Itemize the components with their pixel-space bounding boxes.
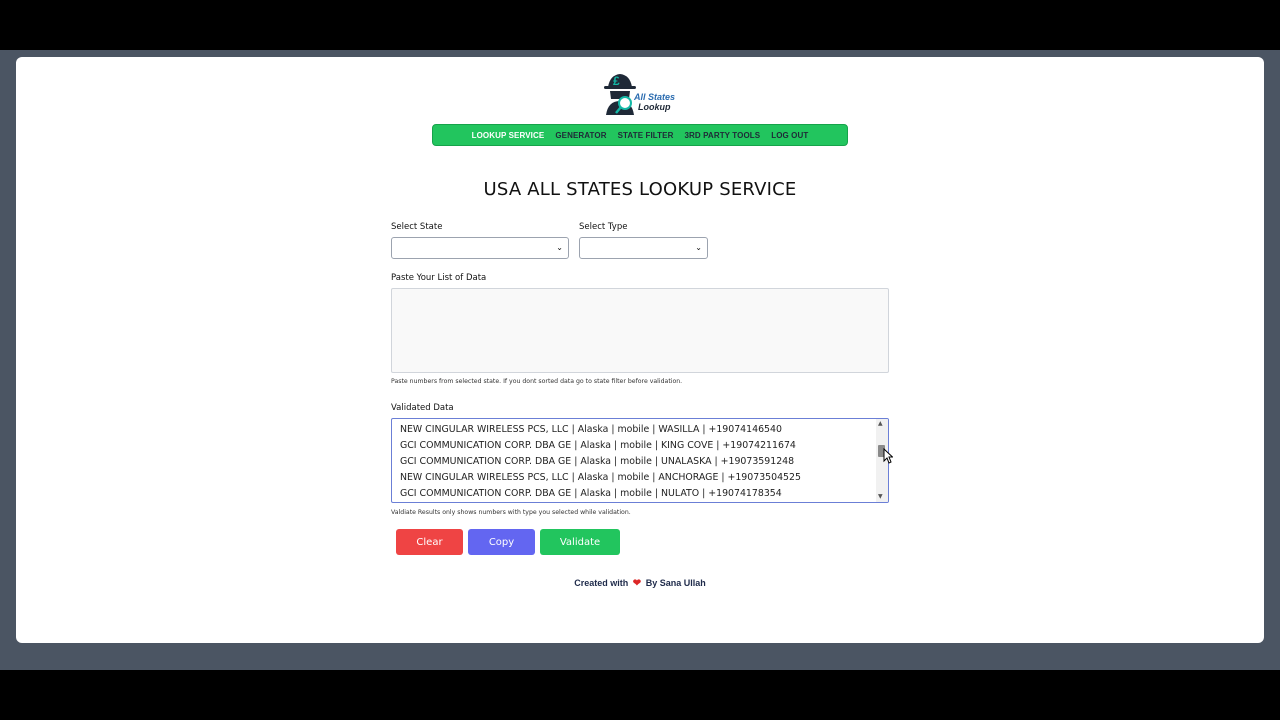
footer-prefix: Created with — [574, 578, 629, 588]
validate-button[interactable]: Validate — [540, 529, 620, 555]
footer-credit: Created with ❤ By Sana Ullah — [0, 578, 1280, 589]
select-type-label: Select Type — [579, 222, 628, 232]
chevron-down-icon: ⌄ — [556, 243, 563, 252]
paste-data-textarea[interactable] — [391, 288, 889, 373]
scroll-down-arrow-icon[interactable]: ▼ — [878, 493, 883, 501]
select-type-dropdown[interactable]: ⌄ — [579, 237, 708, 259]
clear-button[interactable]: Clear — [396, 529, 463, 555]
validated-hint-text: Valdiate Results only shows numbers with… — [391, 509, 631, 516]
nav-generator[interactable]: GENERATOR — [555, 131, 606, 140]
main-nav: LOOKUP SERVICE GENERATOR STATE FILTER 3R… — [432, 124, 848, 146]
validated-line: NEW CINGULAR WIRELESS PCS, LLC | Alaska … — [400, 424, 782, 435]
brand-line-1: All States — [634, 92, 676, 102]
select-state-label: Select State — [391, 222, 443, 232]
nav-3rd-party-tools[interactable]: 3RD PARTY TOOLS — [684, 131, 760, 140]
validated-line: GCI COMMUNICATION CORP. DBA GE | Alaska … — [400, 488, 782, 499]
nav-lookup-service[interactable]: LOOKUP SERVICE — [472, 131, 545, 140]
mouse-cursor-icon — [883, 448, 893, 464]
validated-line: GCI COMMUNICATION CORP. DBA GE | Alaska … — [400, 456, 795, 467]
page-title: USA ALL STATES LOOKUP SERVICE — [483, 179, 797, 200]
copy-button[interactable]: Copy — [468, 529, 535, 555]
validated-line: NEW CINGULAR WIRELESS PCS, LLC | Alaska … — [400, 472, 801, 483]
footer-author: By Sana Ullah — [645, 578, 706, 588]
brand-line-2: Lookup — [638, 102, 671, 112]
scroll-up-arrow-icon[interactable]: ▲ — [878, 420, 883, 428]
validated-line: GCI COMMUNICATION CORP. DBA GE | Alaska … — [400, 440, 796, 451]
svg-text:£: £ — [613, 74, 620, 88]
chevron-down-icon: ⌄ — [695, 243, 702, 252]
brand-name: All States Lookup — [632, 92, 675, 112]
heart-icon: ❤ — [632, 578, 642, 589]
select-state-dropdown[interactable]: ⌄ — [391, 237, 569, 259]
nav-log-out[interactable]: LOG OUT — [771, 131, 808, 140]
validated-data-label: Validated Data — [391, 403, 454, 413]
paste-hint-text: Paste numbers from selected state. If yo… — [391, 378, 683, 385]
validated-data-textarea[interactable]: NEW CINGULAR WIRELESS PCS, LLC | Alaska … — [391, 418, 889, 503]
nav-state-filter[interactable]: STATE FILTER — [618, 131, 674, 140]
paste-data-label: Paste Your List of Data — [391, 273, 487, 283]
